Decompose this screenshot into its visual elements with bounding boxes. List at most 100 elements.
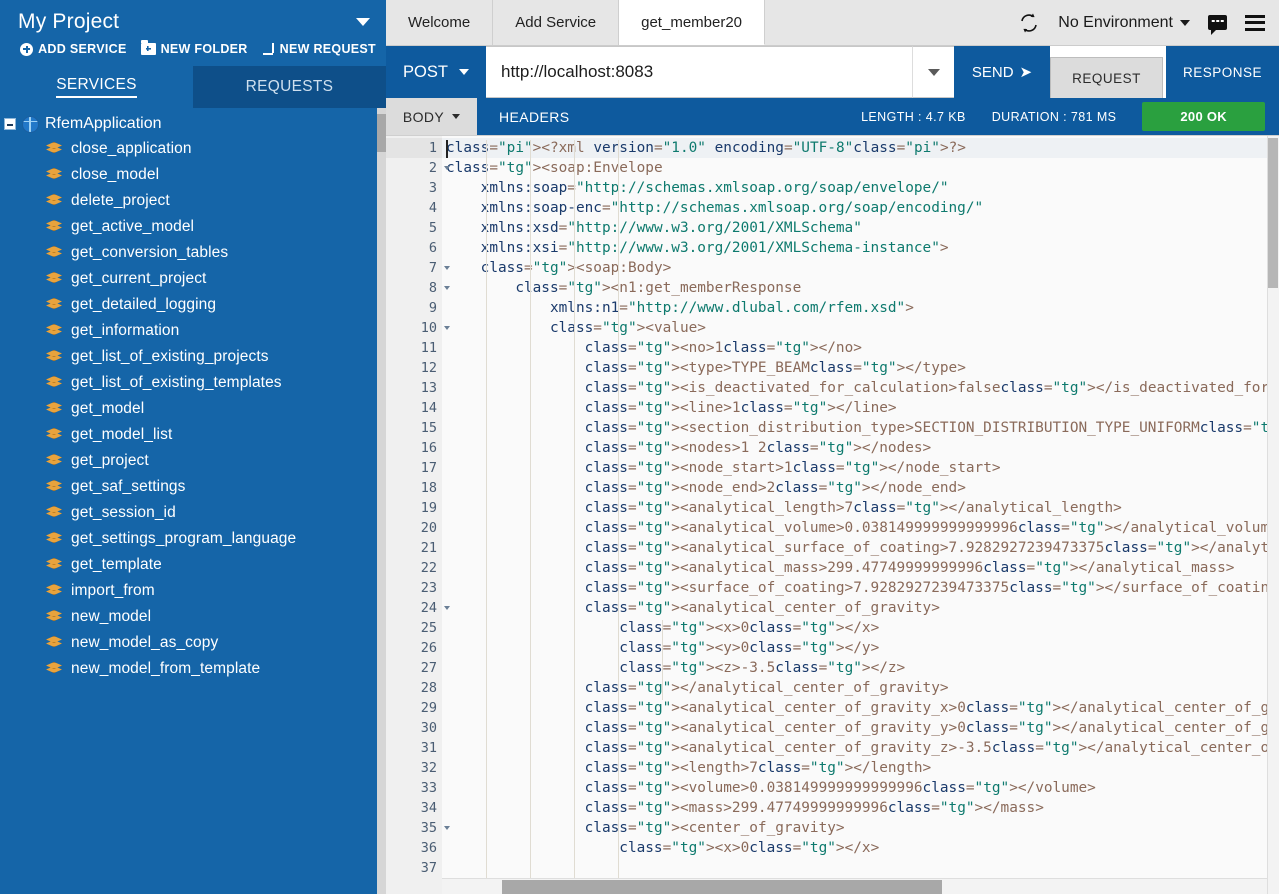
tab-body[interactable]: BODY (386, 98, 477, 135)
tab-get-member20[interactable]: get_member20 (619, 0, 765, 45)
code-line[interactable]: class="tg"><y>0class="tg"></y> (442, 638, 1279, 658)
url-history-button[interactable] (912, 46, 954, 98)
code-line[interactable]: class="tg"><analytical_surface_of_coatin… (442, 538, 1279, 558)
tree-item-get-active-model[interactable]: get_active_model (0, 214, 386, 240)
code-line[interactable]: xmlns:soap-enc="http://schemas.xmlsoap.o… (442, 198, 1279, 218)
tab-add-service[interactable]: Add Service (493, 0, 619, 45)
code-line[interactable]: xmlns:n1="http://www.dlubal.com/rfem.xsd… (442, 298, 1279, 318)
new-request-button[interactable]: NEW REQUEST (262, 42, 376, 56)
code-line[interactable]: class="tg"><x>0class="tg"></x> (442, 838, 1279, 858)
tree-item-new-model-from-template[interactable]: new_model_from_template (0, 656, 386, 682)
code-line[interactable]: xmlns:xsd="http://www.w3.org/2001/XMLSch… (442, 218, 1279, 238)
sidebar-scrollbar-thumb[interactable] (377, 114, 386, 152)
tab-request[interactable]: REQUEST (1050, 57, 1163, 98)
tree-item-get-list-of-existing-projects[interactable]: get_list_of_existing_projects (0, 344, 386, 370)
code-line[interactable] (442, 858, 1279, 878)
code-line[interactable]: class="tg"><analytical_length>7class="tg… (442, 498, 1279, 518)
code-line[interactable]: class="tg"><analytical_center_of_gravity… (442, 738, 1279, 758)
tree-item-get-conversion-tables[interactable]: get_conversion_tables (0, 240, 386, 266)
tree-item-get-information[interactable]: get_information (0, 318, 386, 344)
code-line[interactable]: class="tg"><x>0class="tg"></x> (442, 618, 1279, 638)
fold-toggle-icon[interactable] (442, 278, 452, 298)
tree-root-label: RfemApplication (45, 115, 162, 133)
tree-item-close-model[interactable]: close_model (0, 162, 386, 188)
tree-item-get-model[interactable]: get_model (0, 396, 386, 422)
fold-toggle-icon[interactable] (442, 818, 452, 838)
code-area[interactable]: class="pi"><?xml version="1.0" encoding=… (442, 136, 1279, 894)
chevron-down-icon[interactable] (356, 18, 370, 26)
tree-item-new-model[interactable]: new_model (0, 604, 386, 630)
tree-item-import-from[interactable]: import_from (0, 578, 386, 604)
code-line[interactable]: class="tg"><volume>0.038149999999999996c… (442, 778, 1279, 798)
code-line[interactable]: class="tg"><analytical_volume>0.03814999… (442, 518, 1279, 538)
tree-item-get-settings-program-language[interactable]: get_settings_program_language (0, 526, 386, 552)
new-folder-button[interactable]: NEW FOLDER (141, 42, 248, 56)
tree-item-get-saf-settings[interactable]: get_saf_settings (0, 474, 386, 500)
editor-horizontal-scrollbar[interactable] (442, 878, 1267, 894)
hamburger-menu-icon[interactable] (1245, 15, 1265, 31)
tree-item-get-project[interactable]: get_project (0, 448, 386, 474)
fold-toggle-icon[interactable] (442, 598, 452, 618)
editor-horizontal-scroll-thumb[interactable] (502, 880, 942, 894)
tab-services[interactable]: SERVICES (0, 66, 193, 108)
tree-item-get-session-id[interactable]: get_session_id (0, 500, 386, 526)
code-line[interactable]: class="tg"><analytical_center_of_gravity… (442, 718, 1279, 738)
code-line[interactable]: class="tg"><soap:Envelope (442, 158, 1279, 178)
editor-vertical-scroll-thumb[interactable] (1268, 138, 1278, 288)
tree-root-rfemapplication[interactable]: RfemApplication (0, 112, 386, 136)
code-line[interactable]: class="tg"></analytical_center_of_gravit… (442, 678, 1279, 698)
response-body-editor[interactable]: 1234567891011121314151617181920212223242… (386, 135, 1279, 894)
code-line[interactable]: class="tg"><n1:get_memberResponse (442, 278, 1279, 298)
code-line[interactable]: class="tg"><length>7class="tg"></length> (442, 758, 1279, 778)
add-service-button[interactable]: ADD SERVICE (20, 42, 127, 56)
tree-item-get-current-project[interactable]: get_current_project (0, 266, 386, 292)
tree-item-label: get_active_model (71, 218, 194, 236)
environment-selector[interactable]: No Environment (1058, 14, 1190, 32)
code-line[interactable]: class="pi"><?xml version="1.0" encoding=… (442, 138, 1279, 158)
url-input[interactable]: http://localhost:8083 (486, 46, 912, 98)
sidebar-scrollbar[interactable] (377, 108, 386, 894)
code-line[interactable]: class="tg"><type>TYPE_BEAMclass="tg"></t… (442, 358, 1279, 378)
code-line[interactable]: xmlns:soap="http://schemas.xmlsoap.org/s… (442, 178, 1279, 198)
code-line[interactable]: class="tg"><analytical_center_of_gravity… (442, 598, 1279, 618)
code-line[interactable]: class="tg"><mass>299.47749999999996class… (442, 798, 1279, 818)
sync-refresh-icon[interactable] (1018, 12, 1040, 34)
fold-toggle-icon[interactable] (442, 318, 452, 338)
code-line[interactable]: xmlns:xsi="http://www.w3.org/2001/XMLSch… (442, 238, 1279, 258)
code-line[interactable]: class="tg"><analytical_mass>299.47749999… (442, 558, 1279, 578)
code-line[interactable]: class="tg"><analytical_center_of_gravity… (442, 698, 1279, 718)
code-line[interactable]: class="tg"><is_deactivated_for_calculati… (442, 378, 1279, 398)
send-button[interactable]: SEND ➤ (954, 46, 1050, 98)
code-line[interactable]: class="tg"><node_start>1class="tg"></nod… (442, 458, 1279, 478)
code-line[interactable]: class="tg"><soap:Body> (442, 258, 1279, 278)
tree-item-new-model-as-copy[interactable]: new_model_as_copy (0, 630, 386, 656)
tree-item-get-list-of-existing-templates[interactable]: get_list_of_existing_templates (0, 370, 386, 396)
tree-item-get-detailed-logging[interactable]: get_detailed_logging (0, 292, 386, 318)
code-line[interactable]: class="tg"><node_end>2class="tg"></node_… (442, 478, 1279, 498)
code-line[interactable]: class="tg"><no>1class="tg"></no> (442, 338, 1279, 358)
line-number: 17 (386, 458, 442, 478)
fold-toggle-icon[interactable] (442, 258, 452, 278)
tree-item-label: get_template (71, 556, 162, 574)
code-line[interactable]: class="tg"><surface_of_coating>7.9282927… (442, 578, 1279, 598)
tree-item-close-application[interactable]: close_application (0, 136, 386, 162)
tree-item-get-model-list[interactable]: get_model_list (0, 422, 386, 448)
code-line[interactable]: class="tg"><nodes>1 2class="tg"></nodes> (442, 438, 1279, 458)
code-line[interactable]: class="tg"><section_distribution_type>SE… (442, 418, 1279, 438)
code-line[interactable]: class="tg"><center_of_gravity> (442, 818, 1279, 838)
code-line[interactable]: class="tg"><line>1class="tg"></line> (442, 398, 1279, 418)
code-line[interactable]: class="tg"><z>-3.5class="tg"></z> (442, 658, 1279, 678)
minus-box-icon[interactable] (4, 118, 16, 130)
tree-item-delete-project[interactable]: delete_project (0, 188, 386, 214)
code-line[interactable]: class="tg"><value> (442, 318, 1279, 338)
comment-bubble-icon[interactable] (1208, 15, 1227, 30)
tab-response[interactable]: RESPONSE (1166, 46, 1279, 98)
http-method-select[interactable]: POST (386, 46, 486, 98)
tree-item-get-template[interactable]: get_template (0, 552, 386, 578)
tab-welcome[interactable]: Welcome (386, 0, 493, 45)
tab-requests[interactable]: REQUESTS (193, 66, 386, 108)
fold-toggle-icon[interactable] (442, 158, 452, 178)
editor-vertical-scrollbar[interactable] (1267, 136, 1279, 894)
layers-icon (46, 324, 62, 338)
tab-headers[interactable]: HEADERS (477, 98, 591, 135)
